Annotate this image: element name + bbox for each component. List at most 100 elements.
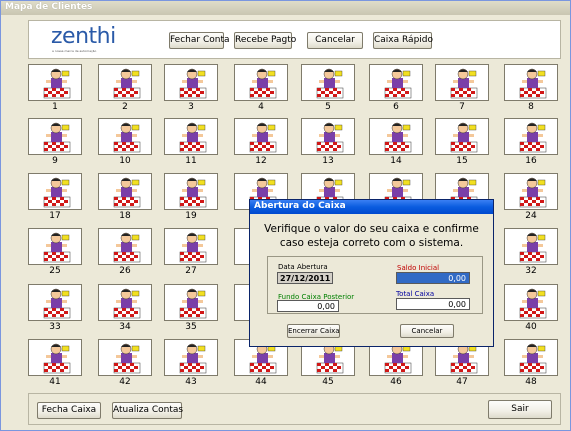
encerrar-caixa-button[interactable]: Encerrar Caixa (287, 324, 340, 338)
client-table-41[interactable]: 41 (28, 339, 82, 389)
client-card[interactable] (504, 339, 558, 376)
client-table-number: 45 (322, 377, 334, 387)
saldo-inicial-field[interactable]: 0,00 (396, 272, 470, 284)
client-card[interactable] (234, 118, 288, 155)
client-card[interactable] (369, 64, 423, 101)
client-table-18[interactable]: 18 (98, 173, 152, 223)
waiter-icon (43, 288, 71, 319)
client-table-3[interactable]: 3 (164, 64, 218, 114)
client-table-number: 46 (390, 377, 402, 387)
client-card[interactable] (98, 118, 152, 155)
client-table-40[interactable]: 40 (504, 284, 558, 334)
client-card[interactable] (504, 228, 558, 265)
client-table-10[interactable]: 10 (98, 118, 152, 168)
client-card[interactable] (98, 64, 152, 101)
client-table-number: 42 (119, 377, 131, 387)
client-card[interactable] (28, 64, 82, 101)
client-card[interactable] (164, 339, 218, 376)
client-card[interactable] (164, 228, 218, 265)
client-table-8[interactable]: 8 (504, 64, 558, 114)
client-card[interactable] (234, 64, 288, 101)
client-card[interactable] (301, 64, 355, 101)
waiter-icon (43, 68, 71, 99)
client-table-11[interactable]: 11 (164, 118, 218, 168)
dialog-message: Verifique o valor do seu caixa e confirm… (250, 222, 493, 250)
client-table-number: 10 (119, 156, 131, 166)
fecha-caixa-button[interactable]: Fecha Caixa (37, 402, 101, 419)
client-table-33[interactable]: 33 (28, 284, 82, 334)
client-card[interactable] (28, 173, 82, 210)
client-card[interactable] (98, 284, 152, 321)
client-card[interactable] (164, 64, 218, 101)
client-card[interactable] (435, 118, 489, 155)
client-card[interactable] (164, 173, 218, 210)
client-table-25[interactable]: 25 (28, 228, 82, 278)
client-table-number: 2 (122, 102, 128, 112)
caixa-rapido-button[interactable]: Caixa Rápido (373, 32, 433, 49)
client-table-2[interactable]: 2 (98, 64, 152, 114)
window-titlebar[interactable]: Mapa de Clientes (1, 1, 570, 15)
fundo-caixa-posterior-field[interactable]: 0,00 (277, 300, 339, 312)
client-table-9[interactable]: 9 (28, 118, 82, 168)
client-table-35[interactable]: 35 (164, 284, 218, 334)
client-table-number: 16 (525, 156, 537, 166)
client-card[interactable] (98, 228, 152, 265)
client-card[interactable] (504, 64, 558, 101)
client-table-42[interactable]: 42 (98, 339, 152, 389)
client-card[interactable] (504, 173, 558, 210)
waiter-icon (519, 288, 547, 319)
waiter-icon (450, 68, 478, 99)
client-table-48[interactable]: 48 (504, 339, 558, 389)
client-table-13[interactable]: 13 (301, 118, 355, 168)
data-abertura-field[interactable]: 27/12/2011 (277, 272, 333, 284)
footer-panel: Fecha Caixa Atualiza Contas Sair (28, 393, 561, 425)
atualiza-contas-button[interactable]: Atualiza Contas (112, 402, 183, 419)
client-table-1[interactable]: 1 (28, 64, 82, 114)
client-table-26[interactable]: 26 (98, 228, 152, 278)
waiter-icon (113, 177, 141, 208)
client-card[interactable] (98, 339, 152, 376)
client-table-6[interactable]: 6 (369, 64, 423, 114)
client-card[interactable] (164, 284, 218, 321)
waiter-icon (113, 232, 141, 263)
client-table-32[interactable]: 32 (504, 228, 558, 278)
client-table-27[interactable]: 27 (164, 228, 218, 278)
client-card[interactable] (435, 64, 489, 101)
dialog-title: Abertura do Caixa (254, 201, 346, 211)
client-table-number: 11 (185, 156, 197, 166)
client-table-12[interactable]: 12 (234, 118, 288, 168)
client-card[interactable] (98, 173, 152, 210)
client-table-4[interactable]: 4 (234, 64, 288, 114)
client-card[interactable] (369, 118, 423, 155)
cancelar-button[interactable]: Cancelar (307, 32, 363, 49)
client-table-34[interactable]: 34 (98, 284, 152, 334)
client-table-5[interactable]: 5 (301, 64, 355, 114)
client-card[interactable] (504, 284, 558, 321)
client-card[interactable] (28, 228, 82, 265)
client-card[interactable] (164, 118, 218, 155)
waiter-icon (43, 343, 71, 374)
dialog-titlebar[interactable]: Abertura do Caixa (250, 200, 493, 214)
client-table-number: 34 (119, 322, 131, 332)
client-table-43[interactable]: 43 (164, 339, 218, 389)
client-card[interactable] (28, 339, 82, 376)
client-table-number: 25 (49, 266, 61, 276)
client-table-16[interactable]: 16 (504, 118, 558, 168)
fechar-conta-button[interactable]: Fechar Conta (169, 32, 230, 49)
client-table-14[interactable]: 14 (369, 118, 423, 168)
client-table-15[interactable]: 15 (435, 118, 489, 168)
waiter-icon (179, 122, 207, 153)
waiter-icon (179, 288, 207, 319)
dialog-cancelar-button[interactable]: Cancelar (400, 324, 454, 338)
recebe-pagto-button[interactable]: Recebe Pagto (234, 32, 296, 49)
client-table-24[interactable]: 24 (504, 173, 558, 223)
client-card[interactable] (504, 118, 558, 155)
client-table-17[interactable]: 17 (28, 173, 82, 223)
client-card[interactable] (28, 118, 82, 155)
client-card[interactable] (28, 284, 82, 321)
total-caixa-field[interactable]: 0,00 (396, 298, 470, 310)
client-card[interactable] (301, 118, 355, 155)
sair-button[interactable]: Sair (488, 400, 552, 419)
client-table-19[interactable]: 19 (164, 173, 218, 223)
client-table-7[interactable]: 7 (435, 64, 489, 114)
